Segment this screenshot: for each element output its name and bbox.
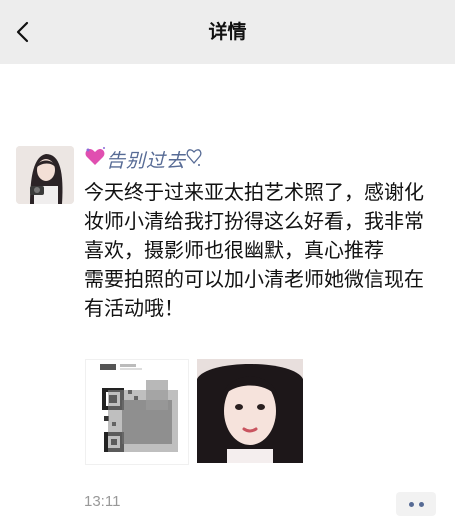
post-image-qr-code[interactable] [85,359,189,465]
post-image-portrait[interactable] [197,359,303,463]
sparkle-heart-icon [84,146,106,172]
more-dots-icon[interactable] [396,492,436,516]
navbar: 详情 [0,0,455,64]
page-title: 详情 [208,21,247,43]
post-text: 今天终于过来亚太拍艺术照了，感谢化妆师小清给我打扮得这么好看，我非常喜欢，摄影师… [84,180,424,320]
heart-outline-icon [186,146,202,172]
author-nickname[interactable]: 告别过去 [84,144,202,174]
avatar[interactable] [16,146,74,204]
nickname-text: 告别过去 [106,149,187,172]
post-time: 13:11 [84,493,121,510]
